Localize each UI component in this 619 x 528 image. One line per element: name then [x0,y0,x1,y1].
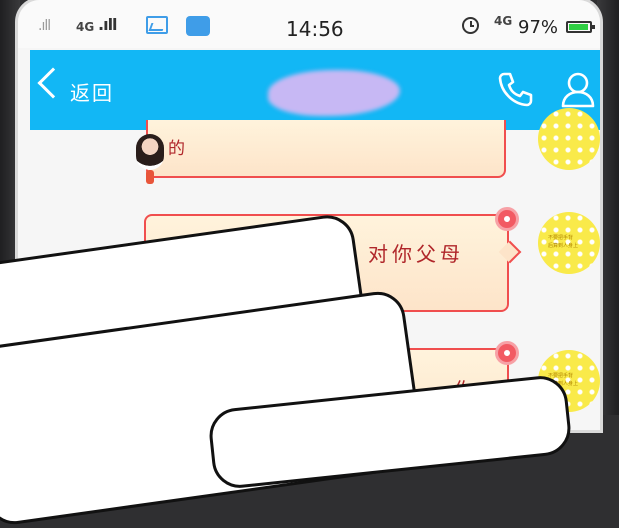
back-button[interactable]: 返回 [70,77,114,106]
signal-icon: .ıll [38,18,51,34]
battery-percent: 97% [518,17,559,38]
background-right [597,0,619,415]
phone-call-icon[interactable] [496,70,534,108]
avatar-badge [146,170,154,184]
battery-icon [566,21,595,33]
gallery-icon [146,16,168,34]
message-text: 的 [168,139,188,159]
avatar[interactable] [538,108,600,170]
contact-name-redacted [268,70,400,116]
avatar-text-line: 不要把手背 [548,235,574,241]
status-time: 14:56 [286,17,344,41]
status-bar: .ıll 4G .ıll 14:56 4G 97% [18,0,600,48]
message-text: 对你父母 [368,242,464,266]
back-chevron-icon[interactable] [37,67,69,99]
chat-titlebar: 返回 [30,50,600,130]
message-bubble[interactable]: 的 [146,120,506,178]
avatar[interactable]: 不要把手背 后算到人身上 [538,212,600,274]
contact-profile-icon[interactable] [560,70,596,108]
avatar-text-line: 后算到人身上 [548,243,579,249]
avatar[interactable] [136,134,164,170]
alarm-icon [462,17,479,34]
avatar-text: 不要把手背 后算到人身上 [548,234,592,250]
app-icon [186,16,210,36]
avatar-text-line: 不要把手背 [548,373,574,379]
network-label: 4G [494,14,513,28]
flower-decoration-icon [498,344,516,362]
flower-decoration-icon [498,210,516,228]
network-label: 4G [76,20,95,34]
signal-icon: .ıll [98,15,118,34]
